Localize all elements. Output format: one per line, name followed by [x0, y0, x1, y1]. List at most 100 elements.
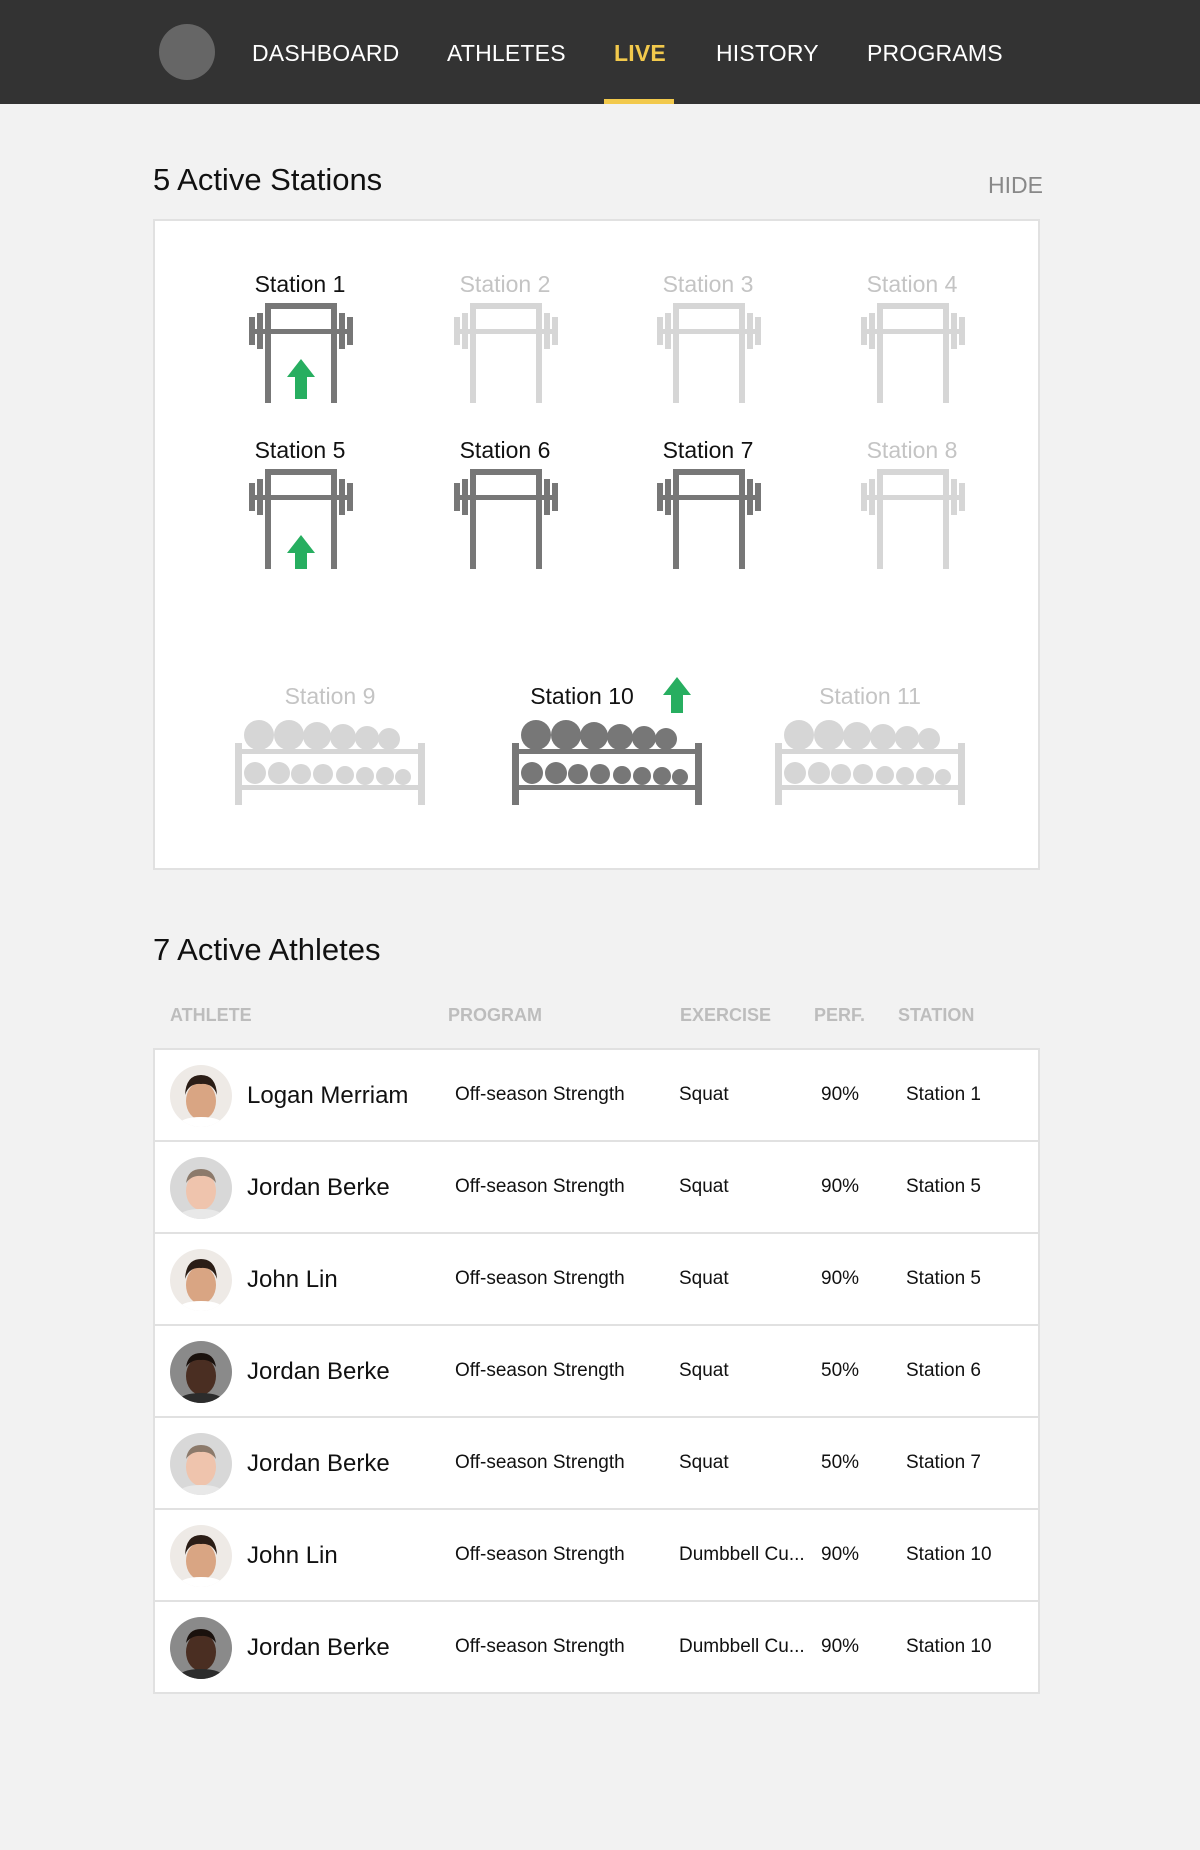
trend-up-icon: [287, 535, 315, 569]
station-label: Station 1: [254, 271, 346, 297]
athletes-section-title: 7 Active Athletes: [153, 932, 381, 967]
athlete-name: Jordan Berke: [247, 1358, 390, 1385]
table-row[interactable]: John Lin Off-season Strength Dumbbell Cu…: [155, 1510, 1038, 1602]
nav-programs[interactable]: PROGRAMS: [867, 40, 1003, 67]
athlete-name: John Lin: [247, 1266, 338, 1293]
table-row[interactable]: Jordan Berke Off-season Strength Squat 9…: [155, 1142, 1038, 1234]
avatar: [170, 1249, 232, 1311]
athlete-name: Logan Merriam: [247, 1082, 409, 1109]
station-label: Station 5: [254, 437, 346, 463]
squat-rack-icon: [657, 303, 761, 403]
station-label: Station 6: [459, 437, 551, 463]
station-10[interactable]: Station 10: [512, 677, 702, 833]
athlete-station: Station 1: [906, 1084, 981, 1105]
squat-rack-icon: [454, 303, 558, 403]
column-header-perf: PERF.: [814, 1005, 866, 1025]
station-4[interactable]: Station 4: [847, 271, 977, 431]
athlete-station: Station 10: [906, 1544, 992, 1565]
app-logo[interactable]: [159, 24, 215, 80]
table-row[interactable]: Jordan Berke Off-season Strength Squat 5…: [155, 1418, 1038, 1510]
athlete-program: Off-season Strength: [455, 1360, 625, 1381]
athlete-program: Off-season Strength: [455, 1636, 625, 1657]
dumbbell-rack-icon: [512, 720, 702, 805]
athlete-program: Off-season Strength: [455, 1268, 625, 1289]
station-label: Station 8: [866, 437, 958, 463]
athlete-station: Station 5: [906, 1176, 981, 1197]
nav-history[interactable]: HISTORY: [716, 40, 819, 67]
avatar: [170, 1525, 232, 1587]
table-row[interactable]: Jordan Berke Off-season Strength Dumbbel…: [155, 1602, 1038, 1692]
athlete-name: Jordan Berke: [247, 1450, 390, 1477]
avatar: [170, 1617, 232, 1679]
athletes-table: Logan Merriam Off-season Strength Squat …: [153, 1048, 1040, 1694]
trend-up-icon: [287, 359, 315, 399]
column-header-station: STATION: [898, 1005, 975, 1025]
athlete-perf: 90%: [821, 1268, 860, 1289]
station-1[interactable]: Station 1: [235, 271, 365, 431]
athlete-program: Off-season Strength: [455, 1544, 625, 1565]
station-label: Station 9: [284, 683, 376, 709]
hide-stations-button[interactable]: HIDE: [988, 172, 1043, 199]
station-3[interactable]: Station 3: [643, 271, 773, 431]
nav-live[interactable]: LIVE: [614, 40, 666, 67]
athlete-station: Station 6: [906, 1360, 981, 1381]
athlete-exercise: Squat: [679, 1084, 729, 1105]
table-row[interactable]: Logan Merriam Off-season Strength Squat …: [155, 1050, 1038, 1142]
station-11[interactable]: Station 11: [775, 683, 965, 833]
station-label: Station 3: [662, 271, 754, 297]
athlete-program: Off-season Strength: [455, 1176, 625, 1197]
station-2[interactable]: Station 2: [440, 271, 570, 431]
athlete-name: John Lin: [247, 1542, 338, 1569]
athlete-station: Station 7: [906, 1452, 981, 1473]
top-nav-bar: DASHBOARD ATHLETES LIVE HISTORY PROGRAMS: [0, 0, 1200, 104]
athlete-perf: 50%: [821, 1452, 860, 1473]
column-header-program: PROGRAM: [448, 1005, 542, 1025]
athlete-exercise: Squat: [679, 1176, 729, 1197]
station-7[interactable]: Station 7: [643, 437, 773, 597]
avatar: [170, 1157, 232, 1219]
squat-rack-icon: [249, 469, 353, 569]
column-header-exercise: EXERCISE: [680, 1005, 772, 1025]
dumbbell-rack-icon: [235, 720, 425, 805]
athlete-perf: 90%: [821, 1544, 860, 1565]
athlete-perf: 90%: [821, 1636, 860, 1657]
table-row[interactable]: Jordan Berke Off-season Strength Squat 5…: [155, 1326, 1038, 1418]
athlete-program: Off-season Strength: [455, 1084, 625, 1105]
station-9[interactable]: Station 9: [235, 683, 425, 833]
station-label: Station 4: [866, 271, 958, 297]
station-label: Station 10: [530, 683, 634, 709]
athlete-exercise: Dumbbell Cu...: [679, 1544, 805, 1565]
station-5[interactable]: Station 5: [235, 437, 365, 597]
station-label: Station 7: [662, 437, 754, 463]
athlete-exercise: Squat: [679, 1452, 729, 1473]
station-6[interactable]: Station 6: [440, 437, 570, 597]
squat-rack-icon: [454, 469, 558, 569]
nav-athletes[interactable]: ATHLETES: [447, 40, 566, 67]
athlete-program: Off-season Strength: [455, 1452, 625, 1473]
athlete-station: Station 10: [906, 1636, 992, 1657]
athlete-name: Jordan Berke: [247, 1174, 390, 1201]
athlete-perf: 90%: [821, 1176, 860, 1197]
station-label: Station 2: [459, 271, 551, 297]
squat-rack-icon: [861, 469, 965, 569]
avatar: [170, 1065, 232, 1127]
column-header-athlete: ATHLETE: [170, 1005, 252, 1025]
athlete-exercise: Dumbbell Cu...: [679, 1636, 805, 1657]
athlete-station: Station 5: [906, 1268, 981, 1289]
squat-rack-icon: [249, 303, 353, 403]
squat-rack-icon: [657, 469, 761, 569]
dumbbell-rack-icon: [775, 720, 965, 805]
athlete-exercise: Squat: [679, 1360, 729, 1381]
athlete-exercise: Squat: [679, 1268, 729, 1289]
avatar: [170, 1433, 232, 1495]
athlete-perf: 50%: [821, 1360, 860, 1381]
nav-dashboard[interactable]: DASHBOARD: [252, 40, 400, 67]
stations-panel: Station 1 Station 2 Station 3 Station 4 …: [153, 219, 1040, 870]
athlete-perf: 90%: [821, 1084, 860, 1105]
avatar: [170, 1341, 232, 1403]
stations-section-title: 5 Active Stations: [153, 162, 383, 197]
station-8[interactable]: Station 8: [847, 437, 977, 597]
table-row[interactable]: John Lin Off-season Strength Squat 90% S…: [155, 1234, 1038, 1326]
station-label: Station 11: [819, 683, 921, 709]
trend-up-icon: [663, 677, 691, 713]
